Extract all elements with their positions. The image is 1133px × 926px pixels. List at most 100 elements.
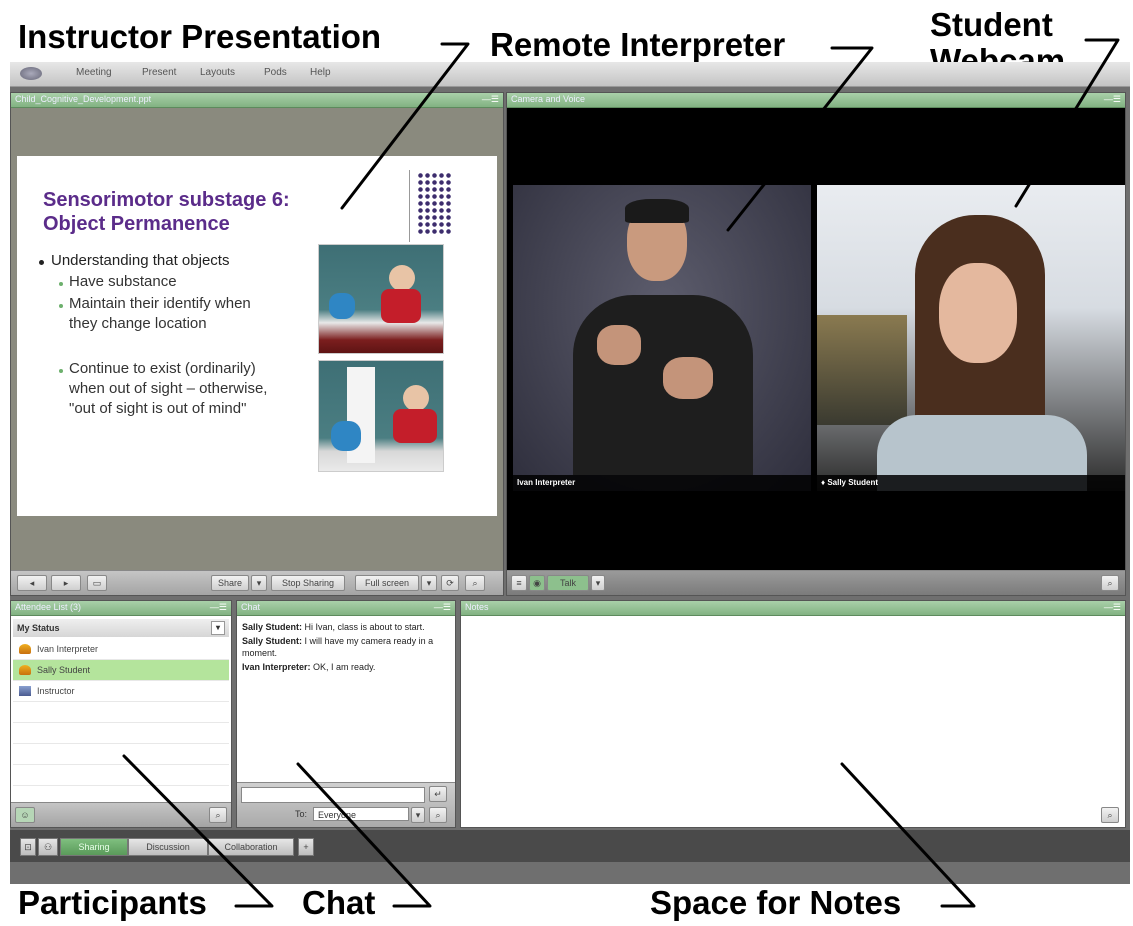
slide-subbullet-3: Continue to exist (ordinarily) when out … xyxy=(69,360,268,417)
recipient-dropdown-icon[interactable]: ▾ xyxy=(411,807,425,823)
chat-pod-header: Chat —☰ xyxy=(237,601,455,616)
full-screen-dropdown-icon[interactable]: ▾ xyxy=(421,575,437,591)
menu-present[interactable]: Present xyxy=(142,67,176,78)
callout-space-for-notes: Space for Notes xyxy=(650,884,902,921)
subbullet-dot xyxy=(59,304,63,308)
status-dropdown-icon[interactable]: ▾ xyxy=(211,621,225,635)
chat-messages: Sally Student: Hi Ivan, class is about t… xyxy=(242,621,450,675)
attendee-list: Ivan Interpreter Sally Student Instructo… xyxy=(13,639,229,786)
slide-title-line1: Sensorimotor substage 6: xyxy=(43,189,290,211)
chat-message: Sally Student: Hi Ivan, class is about t… xyxy=(242,621,450,633)
notes-zoom-icon[interactable]: ⌕ xyxy=(1101,807,1119,823)
callout-instructor-presentation: Instructor Presentation xyxy=(18,18,382,55)
stop-sharing-button[interactable]: Stop Sharing xyxy=(271,575,345,591)
chat-message-input[interactable] xyxy=(241,787,425,803)
interpreter-feed-label: Ivan Interpreter xyxy=(517,478,576,487)
attendee-name: Sally Student xyxy=(37,665,91,675)
attendee-name: Ivan Interpreter xyxy=(37,644,99,654)
slide-subbullet-2: Maintain their identify when they change… xyxy=(69,295,251,332)
callout-participants: Participants xyxy=(18,884,207,921)
talk-button-label: Talk xyxy=(559,578,576,588)
tab-sharing[interactable]: Sharing xyxy=(60,838,128,856)
chat-recipient-select[interactable]: Everyone xyxy=(313,807,409,821)
video-pod-header: Camera and Voice —☰ xyxy=(507,93,1125,108)
notes-pod: Notes —☰ ⌕ xyxy=(460,600,1126,828)
full-screen-button[interactable]: Full screen xyxy=(355,575,419,591)
video-pod: Camera and Voice —☰ Ivan Interpreter ♦ S… xyxy=(506,92,1126,596)
menu-pods[interactable]: Pods xyxy=(264,67,287,78)
pod-menu-icon[interactable]: —☰ xyxy=(210,602,227,613)
background-shelf xyxy=(817,315,907,425)
chat-recipient-value: Everyone xyxy=(318,810,357,820)
pod-menu-icon[interactable]: —☰ xyxy=(1104,94,1121,105)
attendee-pod: Attendee List (3) —☰ My Status ▾ Ivan In… xyxy=(10,600,232,828)
zoom-icon[interactable]: ⌕ xyxy=(465,575,485,591)
notes-pod-title: Notes xyxy=(465,602,489,612)
tab-sharing-label: Sharing xyxy=(78,842,110,852)
tab-discussion[interactable]: Discussion xyxy=(128,838,208,856)
attendee-pod-header: Attendee List (3) —☰ xyxy=(11,601,231,616)
participant-icon xyxy=(19,644,31,654)
next-slide-button[interactable]: ▸ xyxy=(51,575,81,591)
menu-meeting[interactable]: Meeting xyxy=(76,67,112,78)
attendee-options-icon[interactable]: ☺ xyxy=(15,807,35,823)
chat-zoom-icon[interactable]: ⌕ xyxy=(429,807,447,823)
add-layout-icon[interactable]: + xyxy=(298,838,314,856)
share-button[interactable]: Share xyxy=(211,575,249,591)
slide-view-button[interactable]: ▭ xyxy=(87,575,107,591)
slide-divider xyxy=(409,170,410,242)
subbullet-dot xyxy=(59,282,63,286)
slide-subbullet-1: Have substance xyxy=(69,273,177,290)
attendee-row-ivan[interactable]: Ivan Interpreter xyxy=(13,639,229,660)
attendee-zoom-icon[interactable]: ⌕ xyxy=(209,807,227,823)
send-message-icon[interactable]: ↵ xyxy=(429,786,447,802)
pod-menu-icon[interactable]: —☰ xyxy=(434,602,451,613)
attendee-name: Instructor xyxy=(37,686,75,696)
video-zoom-icon[interactable]: ⌕ xyxy=(1101,575,1119,591)
meeting-app-window: Meeting Present Layouts Pods Help Child_… xyxy=(10,62,1130,884)
share-pod-header: Child_Cognitive_Development.ppt —☰ xyxy=(11,93,503,108)
my-status-label: My Status xyxy=(17,623,60,633)
chat-pod-title: Chat xyxy=(241,602,261,612)
notes-text-area[interactable] xyxy=(463,617,1123,825)
camera-icon[interactable]: ◉ xyxy=(529,575,545,591)
attendee-pod-footer: ☺ ⌕ xyxy=(11,802,231,827)
video-settings-icon[interactable]: ≡ xyxy=(511,575,527,591)
pod-menu-icon[interactable]: —☰ xyxy=(482,94,499,105)
interpreter-hand-left xyxy=(597,325,641,365)
lock-icon[interactable]: ⊡ xyxy=(20,838,36,856)
prev-slide-button[interactable]: ◂ xyxy=(17,575,47,591)
menu-layouts[interactable]: Layouts xyxy=(200,67,235,78)
tab-collaboration-label: Collaboration xyxy=(224,842,278,852)
slide-photo-baby-2 xyxy=(318,360,444,472)
interpreter-hand-right xyxy=(663,357,713,399)
empty-row xyxy=(13,765,229,786)
slide-title-line2: Object Permanence xyxy=(43,213,230,235)
chat-to-label: To: xyxy=(295,809,308,819)
host-icon xyxy=(19,686,31,696)
slide-decoration-dots xyxy=(417,172,453,234)
chat-message: Ivan Interpreter: OK, I am ready. xyxy=(242,661,450,673)
chat-pod: Chat —☰ Sally Student: Hi Ivan, class is… xyxy=(236,600,456,828)
attendee-row-instructor[interactable]: Instructor xyxy=(13,681,229,702)
chat-text: OK, I am ready. xyxy=(313,662,376,672)
talk-dropdown-icon[interactable]: ▾ xyxy=(591,575,605,591)
notes-pod-header: Notes —☰ xyxy=(461,601,1125,616)
student-face xyxy=(939,263,1017,363)
chat-sender: Ivan Interpreter: xyxy=(242,662,311,672)
people-icon[interactable]: ⚇ xyxy=(38,838,58,856)
pod-menu-icon[interactable]: —☰ xyxy=(1104,602,1121,613)
talk-button[interactable]: Talk xyxy=(547,575,589,591)
chat-message: Sally Student: I will have my camera rea… xyxy=(242,635,450,659)
presentation-slide: Sensorimotor substage 6: Object Permanen… xyxy=(17,156,497,516)
tab-collaboration[interactable]: Collaboration xyxy=(208,838,294,856)
my-status-row[interactable]: My Status ▾ xyxy=(13,619,229,637)
student-feed-label: ♦ Sally Student xyxy=(821,478,878,487)
menu-help[interactable]: Help xyxy=(310,67,331,78)
empty-row xyxy=(13,702,229,723)
chat-sender: Sally Student: xyxy=(242,622,303,632)
sync-icon[interactable]: ⟳ xyxy=(441,575,459,591)
share-dropdown-icon[interactable]: ▾ xyxy=(251,575,267,591)
attendee-row-sally[interactable]: Sally Student xyxy=(13,660,229,681)
video-pod-title: Camera and Voice xyxy=(511,94,586,104)
